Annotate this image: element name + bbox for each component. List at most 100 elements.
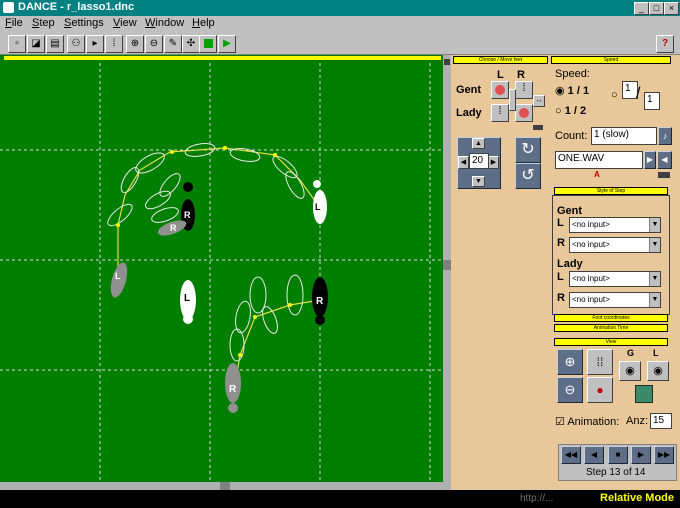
animation-label: Animation: [567, 416, 620, 428]
link-toggle[interactable] [509, 89, 516, 111]
col-l-label: L [497, 69, 504, 81]
foot-label: R [184, 210, 191, 220]
tools-icon[interactable]: ✣ [182, 35, 200, 53]
lady-path [234, 299, 321, 386]
menu-settings[interactable]: Settings [64, 17, 104, 29]
menu-settings-label: ettings [71, 17, 104, 29]
mode-indicator: Relative Mode [600, 492, 674, 504]
gent-left-select[interactable] [491, 81, 509, 99]
move-left-button[interactable]: ◀ [458, 156, 469, 169]
fraction-denominator[interactable]: 1 [644, 92, 660, 110]
anz-field[interactable]: 15 [650, 413, 672, 429]
zoom-out-view-button[interactable]: ⊖ [557, 377, 583, 403]
horizontal-scrollbar[interactable] [0, 482, 451, 490]
menu-help[interactable]: Help [192, 17, 215, 29]
speed-option-1[interactable]: ◉ 1 / 1 [555, 84, 589, 97]
gent-label: Gent [456, 84, 482, 96]
chevron-down-icon: ▼ [649, 238, 660, 252]
count-label: Count: [555, 130, 588, 142]
path-dot [223, 146, 227, 150]
feet-icon[interactable]: ⁞ [105, 35, 123, 53]
gent-right-style-select[interactable]: <no input> ▼ [569, 237, 661, 253]
wav-field[interactable]: ONE.WAV [555, 151, 643, 169]
swap-icon[interactable]: ↔ [533, 95, 545, 107]
scroll-top-marker [444, 59, 450, 65]
zoom-in-icon[interactable]: ⊕ [126, 35, 144, 53]
lady-left-style-select[interactable]: <no input> ▼ [569, 271, 661, 287]
note-icon[interactable]: ♪ [658, 127, 672, 145]
stop-icon[interactable] [199, 35, 217, 53]
lady-right-style-select[interactable]: <no input> ▼ [569, 292, 661, 308]
stop-playback-button[interactable]: ■ [608, 446, 628, 464]
animation-time-title[interactable]: Animation Time [554, 324, 668, 332]
menu-step-label: tep [39, 17, 55, 29]
gent-right-select[interactable]: ⁞ [515, 81, 533, 99]
next-step-button[interactable]: ▶ [631, 446, 651, 464]
gent-left-style-select[interactable]: <no input> ▼ [569, 217, 661, 233]
foot-label: R [229, 384, 237, 395]
lady-left-select[interactable]: ⁞ [491, 104, 509, 122]
path-dot [288, 303, 292, 307]
speed-option-2[interactable]: ○ 1 / 2 [555, 105, 586, 117]
move-right-button[interactable]: ▶ [488, 156, 499, 169]
grid-toggle-icon[interactable] [635, 385, 653, 403]
foot-label: R [316, 296, 324, 307]
count-field[interactable]: 1 (slow) [591, 127, 657, 145]
first-step-button[interactable]: ◀◀ [561, 446, 581, 464]
last-step-button[interactable]: ▶▶ [654, 446, 674, 464]
animation-checkbox[interactable]: ☑ Animation: [555, 415, 619, 428]
save-file-icon[interactable]: ▤ [46, 35, 64, 53]
minimize-button[interactable]: _ [634, 2, 649, 15]
choose-feet-title: Choose / Move feet [453, 56, 548, 64]
open-file-icon[interactable]: ◪ [27, 35, 45, 53]
ghost-foot [229, 328, 245, 362]
new-file-icon[interactable]: ▫ [8, 35, 26, 53]
move-up-button[interactable]: ▲ [472, 138, 485, 149]
fraction-radio[interactable]: ○ [611, 89, 618, 101]
style-lady-l-label: L [557, 271, 564, 283]
foot-label: L [315, 202, 321, 212]
style-gent-r-label: R [557, 237, 565, 249]
status-bar: http://... Relative Mode [0, 490, 680, 508]
lady-eye-icon[interactable]: ◉ [647, 361, 669, 381]
gent-right-heel [183, 182, 193, 192]
close-button[interactable]: × [664, 2, 679, 15]
lady-right-ghost-heel [228, 403, 238, 413]
scroll-thumb[interactable] [443, 260, 451, 270]
solid-feet: R R L L L R R [110, 180, 328, 413]
menu-file[interactable]: File [5, 17, 23, 29]
foot-coordinates-title[interactable]: Foot coordinates [554, 314, 668, 322]
menu-step[interactable]: Step [32, 17, 55, 29]
step-counter: Step 13 of 14 [586, 467, 646, 478]
lady-right-select[interactable] [515, 104, 533, 122]
menu-view[interactable]: View [113, 17, 137, 29]
maximize-button[interactable]: □ [649, 2, 664, 15]
dance-floor-drawing: R R L L L R R [0, 63, 443, 482]
menu-window[interactable]: Window [145, 17, 184, 29]
vertical-scrollbar[interactable] [443, 55, 451, 482]
move-down-button[interactable]: ▼ [472, 176, 485, 187]
path-dot [273, 153, 277, 157]
prev-step-button[interactable]: ◀ [584, 446, 604, 464]
ghost-foot [135, 152, 165, 174]
wav-browse-button[interactable]: ▶ [644, 151, 656, 169]
zoom-out-icon[interactable]: ⊖ [145, 35, 163, 53]
rotate-ccw-button[interactable]: ↺ [515, 163, 541, 189]
step-size-field[interactable]: 20 [469, 153, 489, 169]
pen-icon[interactable]: ✎ [164, 35, 182, 53]
dancers-icon[interactable]: ⚇ [67, 35, 85, 53]
lady-left-heel [183, 314, 193, 324]
view-g-label: G [627, 348, 635, 358]
help-icon[interactable]: ? [656, 35, 674, 53]
ghost-foot [272, 155, 298, 179]
play-icon[interactable]: ▶ [218, 35, 236, 53]
show-color-feet-button[interactable]: ● [587, 377, 613, 403]
step-forward-icon[interactable]: ▸ [86, 35, 104, 53]
speaker-icon[interactable]: ◀ [657, 151, 672, 169]
chevron-down-icon: ▼ [649, 293, 660, 307]
show-feet-button[interactable]: ⁞⁞ [587, 349, 613, 375]
hscroll-thumb[interactable] [220, 482, 230, 490]
zoom-in-view-button[interactable]: ⊕ [557, 349, 583, 375]
rotate-cw-button[interactable]: ↻ [515, 137, 541, 163]
gent-eye-icon[interactable]: ◉ [619, 361, 641, 381]
